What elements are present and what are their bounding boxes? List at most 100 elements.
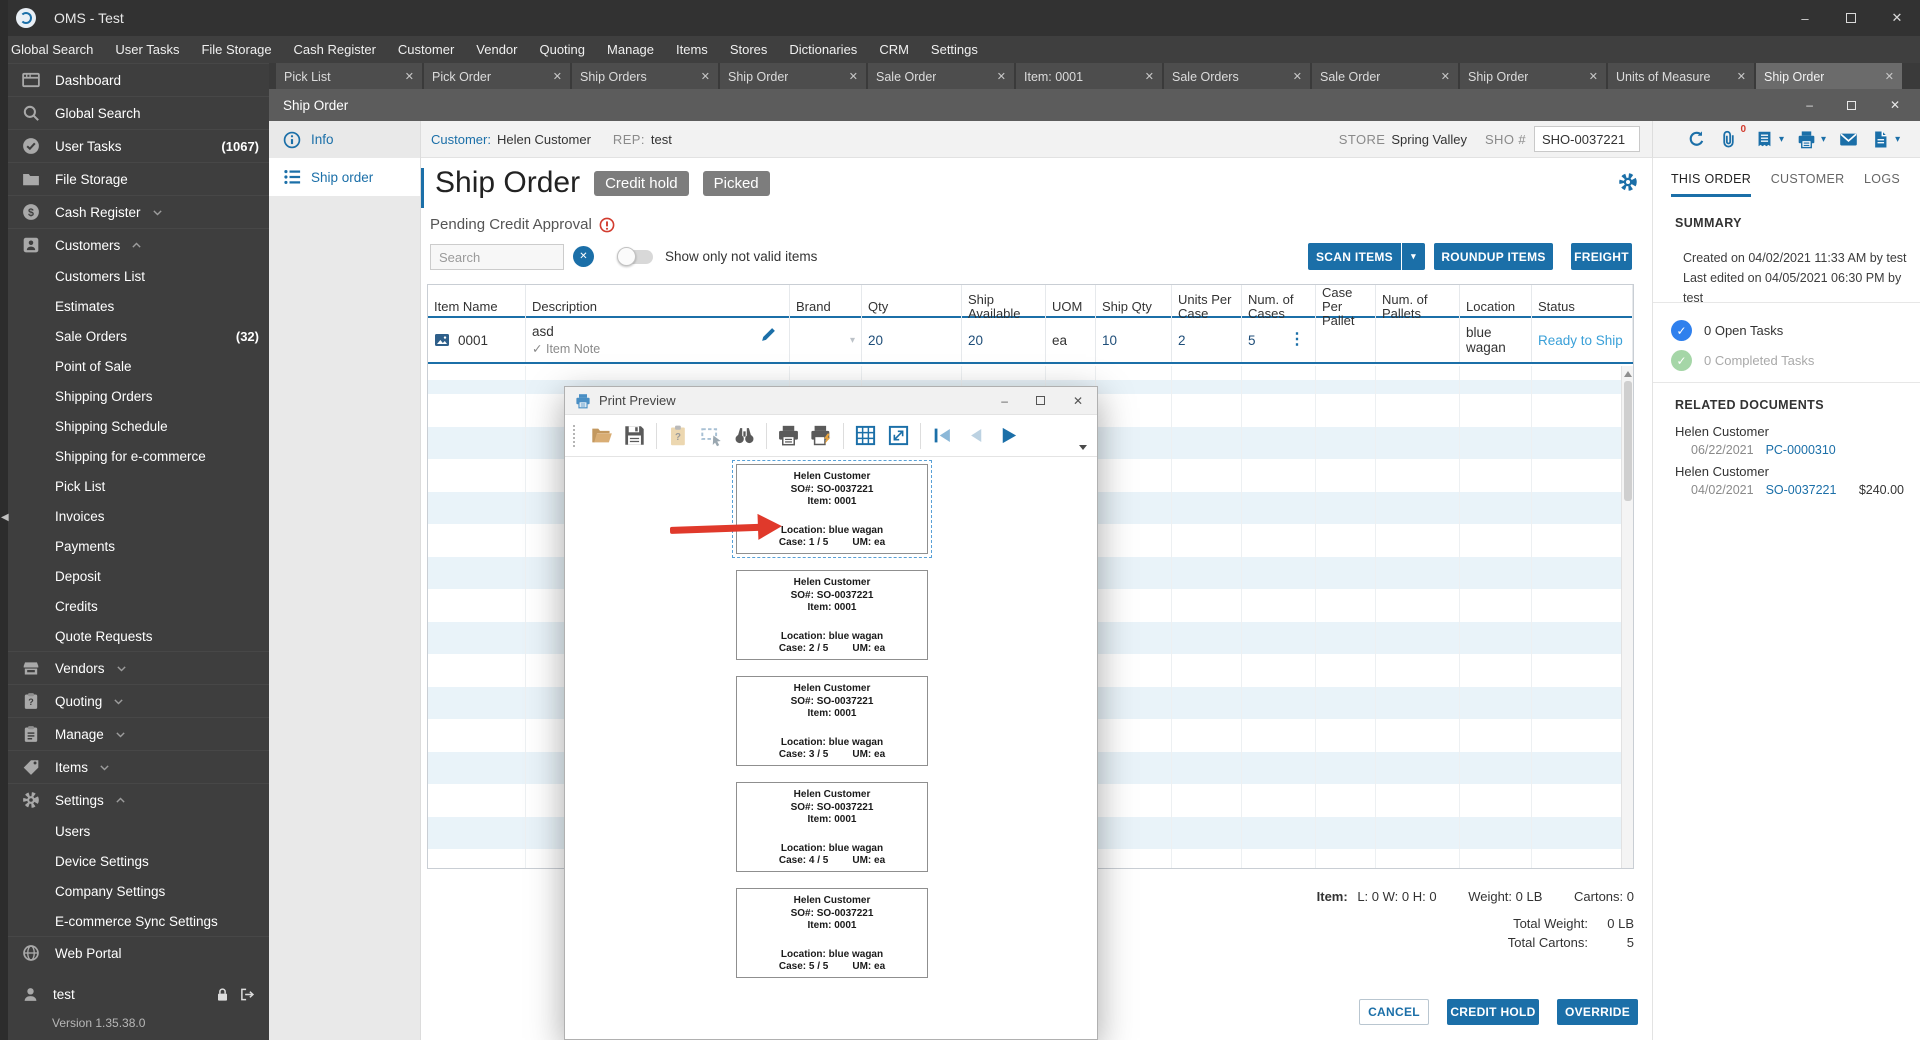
scale-fit-icon[interactable] (887, 424, 910, 447)
save-icon[interactable] (623, 424, 646, 447)
sidebar-item[interactable]: Estimates (0, 291, 269, 321)
scan-items-button[interactable]: SCAN ITEMS (1308, 243, 1401, 270)
sidebar-item[interactable]: Quote Requests (0, 621, 269, 651)
clear-search-icon[interactable]: ✕ (573, 246, 594, 267)
cell-case-per-pallet[interactable] (1316, 318, 1376, 362)
menu-item[interactable]: User Tasks (104, 36, 190, 63)
open-file-icon[interactable] (590, 424, 613, 447)
sidebar-item[interactable]: Dashboard (0, 63, 269, 96)
sidebar-item[interactable]: Payments (0, 531, 269, 561)
tab-close-icon[interactable]: ✕ (695, 70, 710, 83)
tab-close-icon[interactable]: ✕ (547, 70, 562, 83)
menu-item[interactable]: Quoting (528, 36, 596, 63)
item-photo-icon[interactable] (434, 332, 450, 348)
lock-icon[interactable] (215, 987, 230, 1002)
sidebar-item[interactable]: Deposit (0, 561, 269, 591)
menu-item[interactable]: File Storage (190, 36, 282, 63)
document-tab[interactable]: Ship Order ✕ (1756, 63, 1902, 90)
cell-num-pallets[interactable] (1376, 318, 1460, 362)
document-tab[interactable]: Units of Measure ✕ (1608, 63, 1754, 90)
attachments-icon[interactable]: 0 (1719, 124, 1746, 149)
sidebar-item[interactable]: Items (0, 750, 269, 783)
window-maximize-button[interactable] (1828, 0, 1874, 36)
sidebar-item[interactable]: Company Settings (0, 876, 269, 906)
menu-item[interactable]: Vendor (465, 36, 528, 63)
sidebar-item[interactable]: Customers List (0, 261, 269, 291)
paste-icon[interactable] (667, 424, 690, 447)
row-menu-icon[interactable]: ⋮ (1289, 330, 1305, 350)
toolbar-overflow-icon[interactable] (1079, 445, 1087, 450)
document-tab[interactable]: Ship Order ✕ (720, 63, 866, 90)
sidebar-item[interactable]: Settings (0, 783, 269, 816)
tab-close-icon[interactable]: ✕ (1287, 70, 1302, 83)
email-icon[interactable] (1839, 130, 1858, 149)
sidebar-item[interactable]: Device Settings (0, 846, 269, 876)
not-valid-items-toggle[interactable] (617, 247, 653, 266)
document-dropdown-icon[interactable]: ▾ (1895, 134, 1900, 145)
window-close-button[interactable]: ✕ (1874, 0, 1920, 36)
doc-minimize-button[interactable]: – (1806, 98, 1813, 112)
sidebar-item[interactable]: User Tasks (1067) (0, 129, 269, 162)
cell-uom[interactable]: ea (1046, 318, 1096, 362)
open-tasks-row[interactable]: ✓ 0 Open Tasks (1671, 320, 1783, 341)
toolbar-drag-handle[interactable] (573, 424, 578, 447)
edit-description-icon[interactable] (760, 326, 777, 343)
sidebar-item[interactable]: Global Search (0, 96, 269, 129)
cell-status[interactable]: Ready to Ship (1532, 318, 1633, 362)
sidebar-item[interactable]: Cash Register (0, 195, 269, 228)
print-dropdown-icon[interactable]: ▾ (1821, 134, 1826, 145)
menu-item[interactable]: Items (665, 36, 719, 63)
menu-item[interactable]: Manage (596, 36, 665, 63)
roundup-items-button[interactable]: ROUNDUP ITEMS (1434, 243, 1553, 270)
print-preview-titlebar[interactable]: Print Preview – ✕ (565, 387, 1097, 415)
print-icon[interactable] (1797, 130, 1816, 149)
sidebar-item[interactable]: Vendors (0, 651, 269, 684)
receipt-icon[interactable] (1755, 130, 1774, 149)
label-preview[interactable]: Helen Customer SO#: SO-0037221 Item: 000… (736, 570, 928, 660)
dialog-close-button[interactable]: ✕ (1073, 394, 1083, 408)
document-tab[interactable]: Sale Order ✕ (868, 63, 1014, 90)
cell-location[interactable]: blue wagan (1460, 318, 1532, 362)
sidebar-item[interactable]: Shipping for e-commerce (0, 441, 269, 471)
dialog-minimize-button[interactable]: – (1001, 394, 1008, 408)
sidebar-item[interactable]: Users (0, 816, 269, 846)
tab-close-icon[interactable]: ✕ (1731, 70, 1746, 83)
search-input[interactable] (430, 244, 564, 270)
cell-num-cases[interactable]: 5 ⋮ (1242, 318, 1316, 362)
override-button[interactable]: OVERRIDE (1557, 999, 1638, 1025)
related-document-link[interactable]: PC-0000310 (1766, 443, 1836, 457)
sidebar-item[interactable]: Quoting (0, 684, 269, 717)
sidebar-item[interactable]: Point of Sale (0, 351, 269, 381)
document-icon[interactable] (1871, 130, 1890, 149)
document-tab[interactable]: Pick List ✕ (276, 63, 422, 90)
sidebar-item[interactable]: E-commerce Sync Settings (0, 906, 269, 936)
cell-brand[interactable]: ▾ (790, 318, 862, 362)
cell-units-per-case[interactable]: 2 (1172, 318, 1242, 362)
table-scrollbar[interactable] (1621, 366, 1633, 868)
label-preview[interactable]: Helen Customer SO#: SO-0037221 Item: 000… (736, 676, 928, 766)
menu-item[interactable]: Settings (920, 36, 989, 63)
panel-tab[interactable]: THIS ORDER (1671, 172, 1752, 197)
cancel-button[interactable]: CANCEL (1359, 999, 1429, 1025)
dialog-maximize-button[interactable] (1035, 396, 1045, 405)
select-tool-icon[interactable] (700, 424, 723, 447)
tab-close-icon[interactable]: ✕ (991, 70, 1006, 83)
sidebar-item[interactable]: File Storage (0, 162, 269, 195)
sidebar-item[interactable]: Credits (0, 591, 269, 621)
tab-close-icon[interactable]: ✕ (1879, 70, 1894, 83)
page-setup-icon[interactable] (854, 424, 877, 447)
brand-dropdown-icon[interactable]: ▾ (850, 335, 855, 346)
menu-item[interactable]: Customer (387, 36, 465, 63)
panel-tab[interactable]: LOGS (1864, 172, 1900, 197)
menu-item[interactable]: CRM (868, 36, 920, 63)
scrollbar-thumb[interactable] (1623, 381, 1632, 501)
logout-icon[interactable] (240, 987, 255, 1002)
first-page-icon[interactable] (931, 424, 954, 447)
document-tab[interactable]: Ship Orders ✕ (572, 63, 718, 90)
table-row[interactable]: 0001 asd ✓ Item Note ▾ 20 20 ea 10 2 5 ⋮ … (428, 318, 1633, 364)
previous-page-icon[interactable] (964, 424, 987, 447)
cell-ship-qty[interactable]: 10 (1096, 318, 1172, 362)
label-preview[interactable]: Helen Customer SO#: SO-0037221 Item: 000… (736, 888, 928, 978)
freight-button[interactable]: FREIGHT (1571, 243, 1632, 270)
panel-tab[interactable]: CUSTOMER (1771, 172, 1845, 197)
